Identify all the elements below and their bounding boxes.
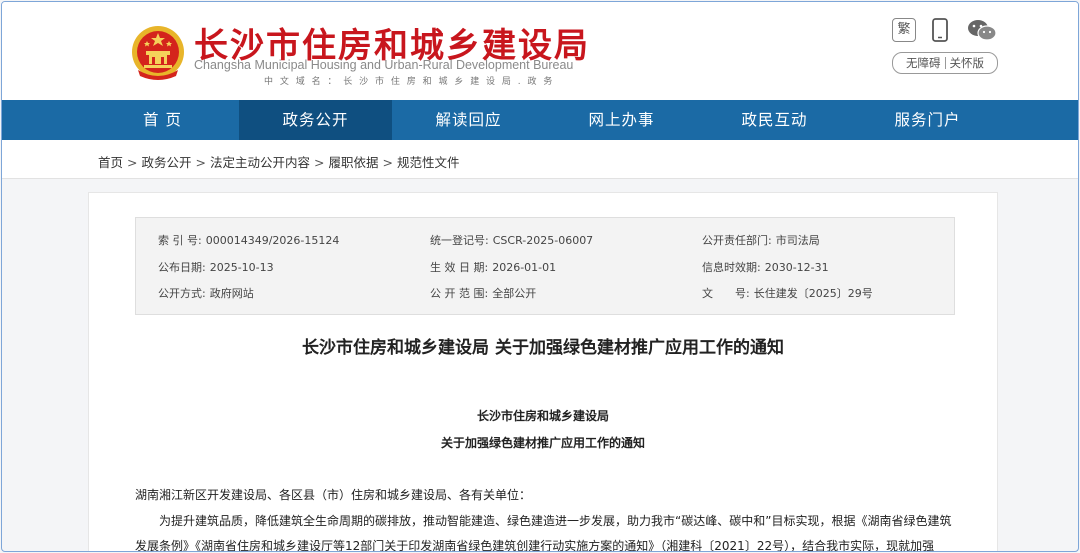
phone-icon[interactable] <box>928 18 952 42</box>
top-tools: 繁 无障碍 关怀版 <box>890 18 1000 76</box>
nav-item-service-portal[interactable]: 服务门户 <box>851 100 1004 140</box>
breadcrumb: 首页 > 政务公开 > 法定主动公开内容 > 履职依据 > 规范性文件 <box>98 152 460 171</box>
breadcrumb-item[interactable]: 履职依据 <box>329 155 379 170</box>
site-header: 长沙市住房和城乡建设局 Changsha Municipal Housing a… <box>2 2 1078 100</box>
wechat-icon[interactable] <box>966 18 998 42</box>
browser-frame: 长沙市住房和城乡建设局 Changsha Municipal Housing a… <box>1 1 1079 552</box>
nav-item-government-affairs[interactable]: 政务公开 <box>239 100 392 140</box>
accessibility-link[interactable]: 无障碍 <box>902 55 945 71</box>
breadcrumb-item[interactable]: 政务公开 <box>142 155 192 170</box>
meta-scope: 公 开 范 围: 全部公开 <box>430 287 537 300</box>
meta-department: 公开责任部门: 市司法局 <box>702 234 820 247</box>
nav-item-interaction[interactable]: 政民互动 <box>698 100 851 140</box>
breadcrumb-bar: 首页 > 政务公开 > 法定主动公开内容 > 履职依据 > 规范性文件 <box>2 140 1078 179</box>
article-subtitle: 关于加强绿色建材推广应用工作的通知 <box>440 436 645 450</box>
meta-publish-date: 公布日期: 2025-10-13 <box>158 261 274 274</box>
national-emblem-icon <box>132 26 184 80</box>
breadcrumb-separator: > <box>195 155 206 170</box>
breadcrumb-item[interactable]: 规范性文件 <box>397 155 460 170</box>
article-addressee: 湖南湘江新区开发建设局、各区县（市）住房和城乡建设局、各有关单位： <box>135 488 532 502</box>
breadcrumb-separator: > <box>127 155 138 170</box>
meta-expiry: 信息时效期: 2030-12-31 <box>702 261 829 274</box>
traditional-chinese-button[interactable]: 繁 <box>892 18 916 42</box>
meta-registration: 统一登记号: CSCR-2025-06007 <box>430 234 594 247</box>
breadcrumb-separator: > <box>382 155 393 170</box>
nav-item-interpretation[interactable]: 解读回应 <box>392 100 545 140</box>
meta-document-number: 文 号: 长住建发〔2025〕29号 <box>702 287 873 300</box>
article-issuer: 长沙市住房和城乡建设局 <box>476 409 609 423</box>
article-title: 长沙市住房和城乡建设局 关于加强绿色建材推广应用工作的通知 <box>302 338 784 358</box>
breadcrumb-separator: > <box>314 155 325 170</box>
breadcrumb-item[interactable]: 法定主动公开内容 <box>210 155 310 170</box>
metadata-table: 索 引 号: 000014349/2026-15124 统一登记号: CSCR-20… <box>135 217 955 315</box>
meta-index: 索 引 号: 000014349/2026-15124 <box>158 234 340 247</box>
site-title-english: Changsha Municipal Housing and Urban-Rur… <box>194 58 574 72</box>
nav-item-home[interactable]: 首 页 <box>86 100 239 140</box>
elderly-mode-link[interactable]: 关怀版 <box>946 55 989 71</box>
meta-effective-date: 生 效 日 期: 2026-01-01 <box>430 261 557 274</box>
article-panel: 索 引 号: 000014349/2026-15124 统一登记号: CSCR-20… <box>88 192 998 552</box>
accessibility-bar: 无障碍 关怀版 <box>892 52 998 74</box>
article-body: 为提升建筑品质，降低建筑全生命周期的碳排放，推动智能建造、绿色建造进一步发展，助… <box>135 514 952 552</box>
nav-item-online-services[interactable]: 网上办事 <box>545 100 698 140</box>
domain-line: 中 文 域 名 ： 长 沙 市 住 房 和 城 乡 建 设 局 . 政 务 <box>264 77 555 87</box>
main-nav: 首 页 政务公开 解读回应 网上办事 政民互动 服务门户 <box>2 100 1078 140</box>
breadcrumb-item[interactable]: 首页 <box>98 155 123 170</box>
meta-disclosure-method: 公开方式: 政府网站 <box>158 287 254 300</box>
